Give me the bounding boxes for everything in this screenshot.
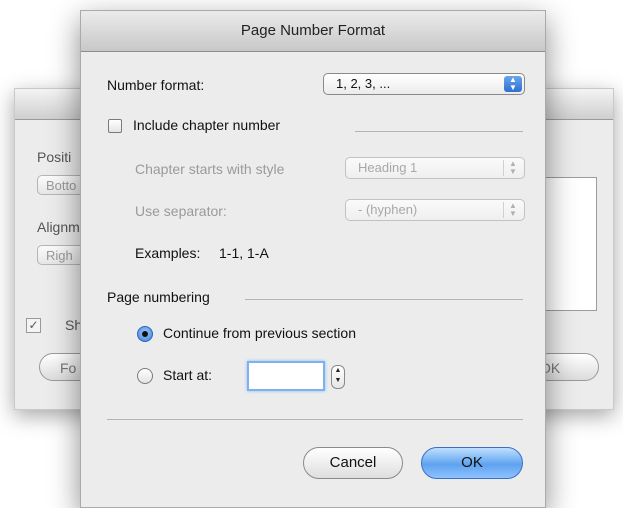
background-show-checkbox[interactable]: ✓ xyxy=(26,318,41,333)
cancel-button[interactable]: Cancel xyxy=(303,447,403,479)
include-chapter-checkbox[interactable] xyxy=(108,119,122,133)
popup-arrows-icon: ▲ ▼ xyxy=(503,202,522,218)
page-number-format-dialog: Page Number Format Number format: 1, 2, … xyxy=(80,10,546,508)
number-format-popup[interactable]: 1, 2, 3, ... ▲ ▼ xyxy=(323,73,525,95)
page-numbering-divider xyxy=(245,299,523,300)
separator-value: - (hyphen) xyxy=(358,202,418,217)
ok-button[interactable]: OK xyxy=(421,447,523,479)
start-at-input[interactable] xyxy=(247,361,325,391)
popup-arrows-icon: ▲ ▼ xyxy=(504,76,522,92)
include-chapter-label: Include chapter number xyxy=(133,117,281,133)
separator-popup[interactable]: - (hyphen) ▲ ▼ xyxy=(345,199,525,221)
chapter-style-value: Heading 1 xyxy=(358,160,418,175)
chapter-divider xyxy=(355,131,523,132)
background-position-label: Positi xyxy=(37,149,72,165)
background-alignment-label: Alignm xyxy=(37,219,80,235)
number-format-label: Number format: xyxy=(107,77,205,93)
separator-label: Use separator: xyxy=(135,203,227,219)
examples-value: 1-1, 1-A xyxy=(219,245,269,261)
continue-label: Continue from previous section xyxy=(163,325,356,341)
buttons-divider xyxy=(107,419,523,420)
examples-label: Examples: xyxy=(135,245,201,261)
page-numbering-label: Page numbering xyxy=(107,289,210,305)
chapter-style-label: Chapter starts with style xyxy=(135,161,285,177)
start-at-radio[interactable] xyxy=(137,368,153,384)
popup-arrows-icon: ▲ ▼ xyxy=(503,160,522,176)
start-at-label: Start at: xyxy=(163,367,213,383)
continue-radio[interactable] xyxy=(137,326,153,342)
number-format-value: 1, 2, 3, ... xyxy=(336,76,391,91)
chapter-style-popup[interactable]: Heading 1 ▲ ▼ xyxy=(345,157,525,179)
start-at-stepper[interactable]: ▲ ▼ xyxy=(331,365,345,389)
dialog-title: Page Number Format xyxy=(81,11,545,52)
